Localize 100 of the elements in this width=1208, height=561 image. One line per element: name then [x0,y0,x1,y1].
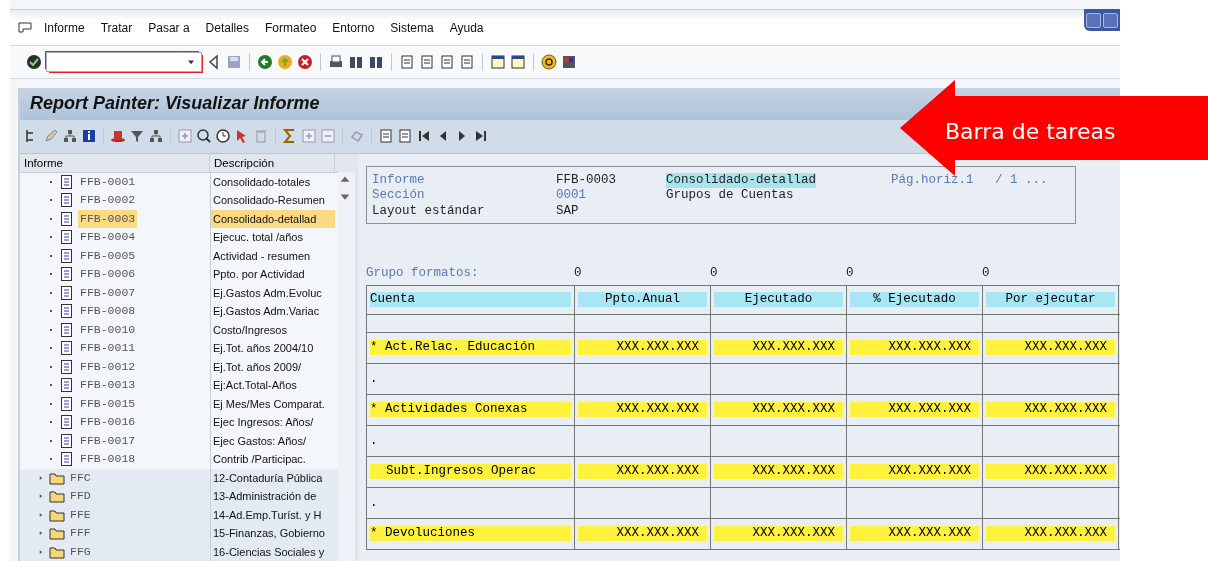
tree-item[interactable]: FFB-0004 [78,228,138,247]
column-header: Ppto.Anual [578,292,707,307]
tree-description: 13-Administración de [210,487,335,506]
column-header[interactable]: Descripción [210,153,335,172]
menu-item[interactable]: Formateo [256,20,325,35]
tree-description: 16-Ciencias Sociales y [210,542,335,561]
scrollbar[interactable] [338,171,355,561]
tree-description: Ppto. por Actividad [210,265,335,284]
tree-item[interactable]: FFB-0016 [78,413,138,432]
tree-item[interactable]: FFD [68,487,93,506]
page-icon[interactable] [419,53,435,70]
hierarchy-icon[interactable] [148,128,164,144]
restore-button[interactable] [1103,12,1118,28]
first-page-icon[interactable] [416,128,432,144]
document-icon [59,229,75,246]
document-icon [59,321,75,338]
tree-item[interactable]: FFB-0006 [78,265,138,284]
tree-description: Ej.Tot. años 2009/ [210,357,335,376]
menu-item[interactable]: Entorno [324,20,383,35]
cancel-icon[interactable] [297,53,313,70]
document-icon [59,358,75,375]
tree-item[interactable]: FFB-0012 [78,357,138,376]
tree-item[interactable]: FFB-0011 [78,339,138,358]
header-value: SAP [556,203,580,219]
window-icon[interactable] [490,53,506,70]
tree-description: Consolidado-detallad [210,209,335,228]
last-page-icon[interactable] [473,128,489,144]
menu-icon[interactable] [18,21,32,34]
tree-item[interactable]: FFB-0003 [78,209,138,228]
tree-item[interactable]: FFB-0007 [78,283,138,302]
menu-item[interactable]: Detalles [197,20,257,35]
tree-item[interactable]: FFB-0018 [78,450,138,469]
table-cell: XXX.XXX.XXX [986,464,1115,479]
document-icon [59,395,75,412]
tree-item[interactable]: FFF [68,524,93,543]
page-icon[interactable] [397,128,413,144]
row-label: * Devoluciones [370,526,571,541]
tree-description: Consolidado-totales [210,172,335,191]
tree-description: Ej:Act.Total-Años [210,376,335,395]
format-group-value: 0 [982,266,991,280]
monitor-icon[interactable] [561,53,577,70]
document-icon [59,266,75,283]
row-label: . [370,433,378,448]
tree-description: Ejecuc. total /años [210,228,335,247]
minimize-button[interactable] [1086,12,1101,28]
tree-description: Contrib /Participac. [210,450,335,469]
menu-item[interactable]: Informe [36,20,93,35]
tree-item[interactable]: FFB-0017 [78,431,138,450]
tree-item[interactable]: FFB-0013 [78,376,138,395]
row-label: . [370,495,378,510]
header-text: Grupos de Cuentas [666,188,795,204]
menu-item[interactable]: Pasar a [140,20,198,35]
tree-item[interactable]: FFB-0015 [78,394,138,413]
tree-description: Ej.Tot. años 2004/10 [210,339,335,358]
help-icon[interactable] [541,53,557,70]
tree-description: Costo/Ingresos [210,320,335,339]
menu-item[interactable]: Ayuda [441,20,492,35]
tree-item[interactable]: FFC [68,468,93,487]
tree-item[interactable]: FFE [68,505,93,524]
menu-item[interactable]: Sistema [382,20,442,35]
info-icon[interactable] [81,128,97,144]
hat-icon[interactable] [110,128,126,144]
tree-item[interactable]: FFB-0010 [78,320,138,339]
page-icon[interactable] [439,53,455,70]
tree-item[interactable]: FFB-0008 [78,302,138,321]
exit-icon[interactable] [277,53,293,70]
table-cell: XXX.XXX.XXX [714,526,843,541]
column-header[interactable]: Informe [20,153,210,172]
row-label: * Actividades Conexas [370,402,571,417]
table-cell: XXX.XXX.XXX [986,402,1115,417]
document-icon [59,247,75,264]
tree-item[interactable]: FFB-0001 [78,172,138,191]
folder-icon [49,488,65,505]
clock-icon[interactable] [215,128,231,144]
tree-item[interactable]: FFB-0005 [78,246,138,265]
window-icon[interactable] [510,53,526,70]
header-value: 0001 [556,188,587,204]
document-icon [59,451,75,468]
tree-item[interactable]: FFG [68,542,93,561]
tree-description: Ej Mes/Mes Comparat. [210,394,335,413]
command-field[interactable] [46,51,202,72]
menu-item[interactable]: Tratar [92,20,141,35]
tree-description: Consolidado-Resumen [210,191,335,210]
table-cell: XXX.XXX.XXX [986,526,1115,541]
document-icon [59,303,75,320]
tree-description: Ejec Ingresos: Años/ [210,413,335,432]
check-icon[interactable] [26,53,42,70]
tree-item[interactable]: FFB-0002 [78,191,138,210]
back-icon[interactable] [257,53,273,70]
page-icon[interactable] [399,53,415,70]
format-group-value: 0 [574,266,583,280]
print-icon[interactable] [328,53,344,70]
column-header: Ejecutado [714,292,843,307]
page-icon[interactable] [459,53,475,70]
table-cell: XXX.XXX.XXX [850,340,979,355]
table-cell: XXX.XXX.XXX [578,340,707,355]
filter-icon[interactable] [129,128,145,144]
folder-icon [49,525,65,542]
hierarchy-icon[interactable] [62,128,78,144]
page-icon[interactable] [378,128,394,144]
